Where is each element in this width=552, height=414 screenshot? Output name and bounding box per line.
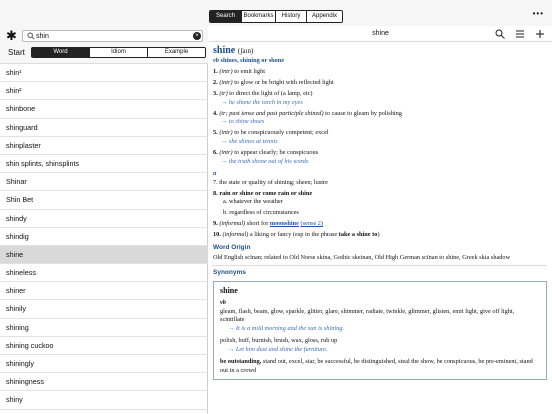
- results-list: shin¹ shin² shinbone shinguard shinplast…: [0, 64, 208, 414]
- entry-pane: shine shine (ʃaɪn) vb shines, shining or…: [209, 26, 552, 414]
- filter-word[interactable]: Word: [32, 48, 89, 57]
- search-icon: [27, 32, 35, 40]
- list-item-selected[interactable]: shine: [0, 245, 208, 265]
- sense-2: 2. (intr) to glow or be bright with refl…: [213, 79, 334, 87]
- list-item[interactable]: Shin Bet: [0, 191, 208, 210]
- sense-1: 1. (intr) to emit light: [213, 68, 265, 76]
- list-item[interactable]: Shinar: [0, 173, 208, 192]
- sense-4: 4. (tr; past tense and past participle s…: [213, 109, 402, 117]
- ellipsis-icon[interactable]: •••: [533, 10, 544, 18]
- start-label: Start: [8, 48, 25, 57]
- pos-noun: n: [213, 170, 217, 178]
- search-icon[interactable]: [495, 29, 505, 39]
- list-item[interactable]: shining cuckoo: [0, 337, 208, 355]
- example: → the truth shone out of his words: [221, 157, 309, 165]
- sense-5: 5. (intr) to be conspicuously competent;…: [213, 129, 329, 137]
- synonyms-box: shine vb gleam, flash, beam, glow, spark…: [213, 281, 547, 381]
- search-input[interactable]: shin ×: [22, 30, 203, 42]
- synonym-group-2: polish, buff, burnish, brush, wax, gloss…: [220, 337, 338, 345]
- main-tabs: Search Bookmarks History Appendix: [209, 10, 343, 23]
- headword: shine (ʃaɪn): [213, 45, 254, 56]
- list-item[interactable]: shiningly: [0, 355, 208, 374]
- example: → he shone the torch in my eyes: [221, 98, 303, 106]
- list-item[interactable]: shinplaster: [0, 137, 208, 155]
- sense-8b: b. regardless of circumstances: [223, 209, 299, 217]
- tab-history[interactable]: History: [275, 11, 306, 22]
- filter-idiom[interactable]: Idiom: [89, 48, 147, 57]
- synonyms-heading: Synonyms: [213, 264, 547, 278]
- asterisk-icon[interactable]: ✱: [6, 28, 17, 44]
- word-origin-text: Old English scīnan; related to Old Norse…: [213, 254, 511, 262]
- entry-header: shine: [209, 26, 552, 42]
- top-bar: Search Bookmarks History Appendix •••: [0, 0, 552, 26]
- clear-icon[interactable]: ×: [193, 32, 201, 40]
- example: → to shine shoes: [221, 118, 265, 126]
- list-item[interactable]: shiningness: [0, 373, 208, 392]
- sense-7: 7. the state or quality of shining; shee…: [213, 178, 328, 186]
- list-item[interactable]: shining: [0, 319, 208, 337]
- list-item[interactable]: shineless: [0, 264, 208, 283]
- tab-appendix[interactable]: Appendix: [306, 11, 342, 22]
- sidebar: ✱ shin × Start Word Idiom Example shin¹ …: [0, 26, 208, 414]
- list-item[interactable]: shinguard: [0, 119, 208, 137]
- list-item[interactable]: shindig: [0, 228, 208, 246]
- sense-10: 10. (informal) a liking or fancy (esp in…: [213, 231, 380, 239]
- list-item[interactable]: shinily: [0, 300, 208, 319]
- sense-3: 3. (tr) to direct the light of (a lamp, …: [213, 90, 313, 98]
- synonym-group-3: be outstanding, stand out, excel, star, …: [220, 358, 533, 374]
- synonym-pos: vb: [220, 299, 226, 307]
- synonym-example: → It is a mild morning and the sun is sh…: [228, 324, 344, 332]
- synonym-example: → Let him dust and shine the furniture.: [228, 345, 328, 353]
- verb-forms: vb shines, shining or shone: [213, 57, 285, 64]
- tab-bookmarks[interactable]: Bookmarks: [241, 11, 275, 22]
- list-item[interactable]: shininess: [0, 410, 208, 414]
- synonym-group-1: gleam, flash, beam, glow, sparkle, glitt…: [220, 307, 515, 324]
- sense-6: 6. (intr) to appear clearly; be conspicu…: [213, 149, 319, 157]
- list-item[interactable]: shinbone: [0, 100, 208, 119]
- list-item[interactable]: shin¹: [0, 64, 208, 83]
- list-item[interactable]: shin splints, shinsplints: [0, 155, 208, 174]
- list-item[interactable]: shin²: [0, 82, 208, 101]
- plus-icon[interactable]: [535, 29, 545, 39]
- list-item[interactable]: shindy: [0, 210, 208, 228]
- tab-search[interactable]: Search: [210, 11, 241, 22]
- search-query: shin: [36, 33, 49, 40]
- list-item[interactable]: shiner: [0, 282, 208, 301]
- sense-8a: a. whatever the weather: [223, 198, 283, 206]
- sidebar-header: ✱ shin × Start Word Idiom Example: [0, 26, 208, 64]
- filter-example[interactable]: Example: [147, 48, 205, 57]
- moonshine-link[interactable]: moonshine: [270, 220, 299, 227]
- sense-8: 8. rain or shine or come rain or shine: [213, 189, 313, 197]
- list-icon[interactable]: [515, 29, 525, 39]
- sense-9: 9. (informal) short for moonshine (sense…: [213, 220, 324, 228]
- list-item[interactable]: shiny: [0, 391, 208, 410]
- example: → she shines at tennis: [221, 137, 278, 145]
- filter-tabs: Word Idiom Example: [31, 47, 206, 58]
- word-origin-heading: Word Origin: [213, 243, 251, 251]
- entry-body: shine (ʃaɪn) vb shines, shining or shone…: [213, 45, 547, 381]
- synonym-headword: shine: [220, 286, 238, 296]
